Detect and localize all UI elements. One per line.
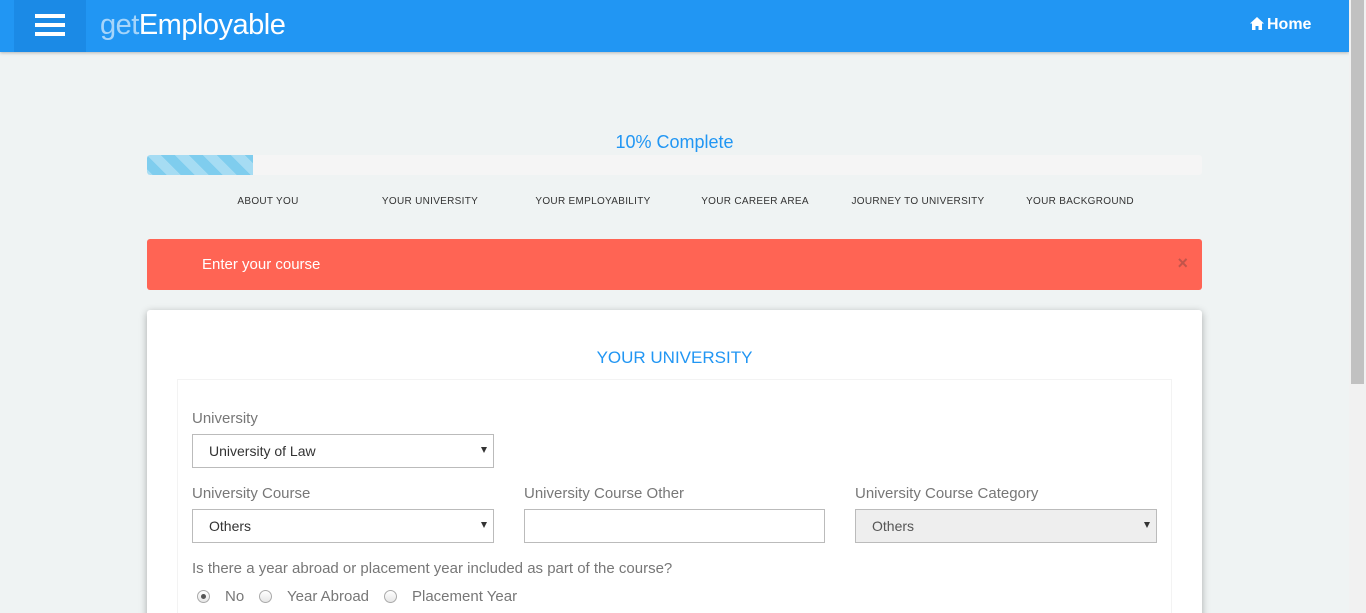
course-other-label: University Course Other	[524, 485, 685, 502]
step-about-you: ABOUT YOU	[237, 196, 299, 207]
chevron-down-icon	[481, 522, 487, 528]
step-your-employability: YOUR EMPLOYABILITY	[535, 196, 651, 207]
radio-no-label[interactable]: No	[225, 588, 244, 606]
chevron-down-icon	[1144, 522, 1150, 528]
home-label: Home	[1267, 16, 1312, 33]
course-category-value: Others	[872, 518, 915, 534]
university-select[interactable]: University of Law	[192, 434, 494, 468]
radio-placement-year-label[interactable]: Placement Year	[412, 588, 517, 606]
course-other-input[interactable]	[524, 509, 825, 543]
alert-message: Enter your course	[202, 256, 321, 273]
progress-label: 10% Complete	[615, 132, 734, 152]
error-alert: Enter your course ×	[147, 239, 1202, 290]
radio-year-abroad[interactable]	[259, 590, 272, 603]
course-category-select: Others	[855, 509, 1157, 543]
hamburger-menu-icon[interactable]	[14, 0, 86, 52]
brand-logo[interactable]: getEmployable	[100, 6, 286, 44]
step-your-background: YOUR BACKGROUND	[1026, 196, 1134, 207]
university-label: University	[192, 410, 258, 427]
chevron-down-icon	[481, 447, 487, 453]
course-category-label: University Course Category	[855, 485, 1039, 502]
top-navbar: getEmployable Home	[0, 0, 1349, 52]
page-scrollbar[interactable]	[1349, 0, 1366, 613]
step-your-university: YOUR UNIVERSITY	[381, 196, 479, 207]
section-title: YOUR UNIVERSITY	[596, 348, 753, 367]
radio-no[interactable]	[197, 590, 210, 603]
brand-main: Employable	[138, 9, 286, 41]
home-link[interactable]: Home	[1250, 15, 1311, 35]
course-label: University Course	[192, 485, 311, 502]
university-select-value: University of Law	[209, 443, 316, 459]
radio-placement-year[interactable]	[384, 590, 397, 603]
progress-bar	[147, 155, 1202, 175]
progress-bar-fill	[147, 155, 253, 175]
university-form-card: YOUR UNIVERSITY University University of…	[147, 310, 1202, 613]
alert-close-icon[interactable]: ×	[1177, 254, 1188, 272]
scrollbar-thumb[interactable]	[1351, 0, 1364, 384]
brand-prefix: get	[100, 9, 139, 41]
home-icon	[1250, 17, 1264, 30]
course-select-value: Others	[209, 518, 252, 534]
course-select[interactable]: Others	[192, 509, 494, 543]
step-list: ABOUT YOU YOUR UNIVERSITY YOUR EMPLOYABI…	[187, 195, 1162, 209]
step-journey-to-university: JOURNEY TO UNIVERSITY	[851, 196, 985, 207]
year-abroad-question: Is there a year abroad or placement year…	[192, 560, 673, 577]
step-your-career-area: YOUR CAREER AREA	[701, 196, 809, 207]
radio-year-abroad-label[interactable]: Year Abroad	[287, 588, 369, 606]
